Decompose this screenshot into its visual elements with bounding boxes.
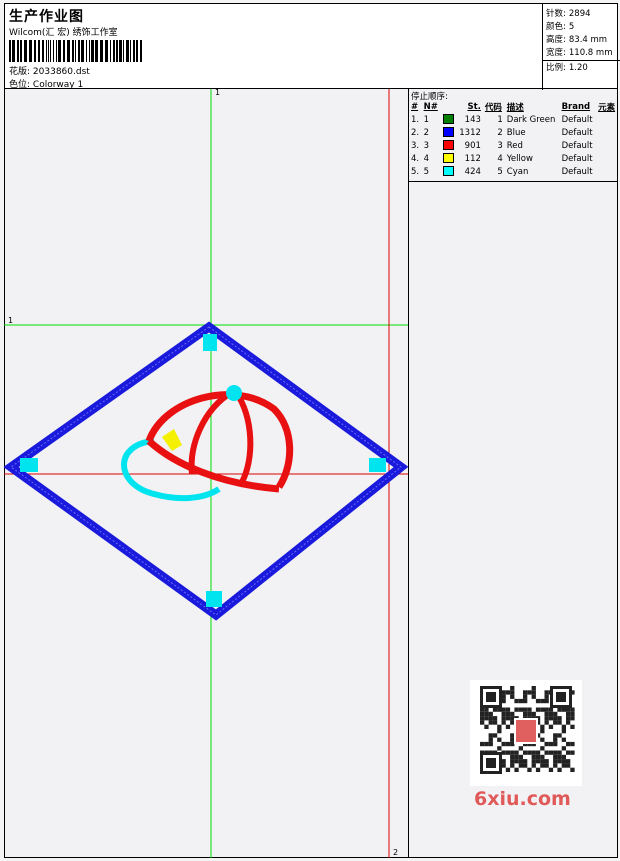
- cyan-corner-top: [203, 334, 217, 351]
- row-index: 3.: [411, 140, 420, 151]
- color-swatch: [442, 140, 454, 151]
- guide-marker-bottom: 2: [393, 848, 399, 857]
- design-stats: 针数: 2894 颜色: 5 高度: 83.4 mm 宽度: 110.8 mm 比例: 1…: [542, 4, 620, 90]
- row-needle: 2: [423, 127, 430, 138]
- row-description: Blue: [506, 127, 526, 138]
- row-element: [596, 113, 618, 126]
- col-code: 代码: [484, 103, 502, 113]
- row-swatch: [441, 139, 457, 152]
- qr-code: [470, 680, 582, 786]
- design-canvas: 1 1 2: [4, 89, 409, 858]
- color-table-header: # N# St. 代码 描述 Brand 元素: [409, 101, 618, 113]
- cyan-corner-bottom: [206, 591, 222, 607]
- color-swatch: [442, 114, 454, 125]
- row-element: [596, 165, 618, 178]
- row-stitches: 112: [464, 153, 481, 164]
- design-file-name: 2033860.dst: [32, 67, 90, 77]
- row-description: Cyan: [506, 166, 529, 177]
- cyan-corner-left: [20, 458, 38, 472]
- row-stitches: 424: [464, 166, 481, 177]
- color-row: 5. 5 424 5 Cyan Default: [409, 165, 618, 178]
- guide-marker-left: 1: [8, 316, 14, 325]
- row-brand: Default: [561, 127, 593, 138]
- col-needle: N#: [423, 102, 438, 112]
- embroidery-drawing: [4, 89, 408, 858]
- row-swatch: [441, 152, 457, 165]
- cyan-corner-right: [369, 458, 386, 472]
- row-element: [596, 152, 618, 165]
- color-swatch: [442, 153, 454, 164]
- col-element: 元素: [598, 103, 616, 113]
- row-needle: 3: [423, 140, 430, 151]
- row-code: 2: [497, 127, 503, 138]
- col-index: #: [411, 102, 419, 112]
- col-stitches: St.: [467, 102, 481, 112]
- barcode: [9, 40, 142, 62]
- row-stitches: 901: [464, 140, 481, 151]
- studio-name: Wilcom(汇 宏) 绣饰工作室: [9, 28, 118, 38]
- color-row: 3. 3 901 3 Red Default: [409, 139, 618, 152]
- row-description: Red: [506, 140, 523, 151]
- row-brand: Default: [561, 114, 593, 125]
- row-description: Dark Green: [506, 114, 556, 125]
- design-file: 花版: 2033860.dst: [9, 64, 90, 77]
- cap-button: [226, 385, 242, 401]
- row-stitches: 143: [464, 114, 481, 125]
- row-brand: Default: [561, 140, 593, 151]
- stat-scale: 比例: 1.20: [546, 63, 588, 73]
- row-code: 3: [497, 140, 503, 151]
- row-element: [596, 139, 618, 152]
- row-brand: Default: [561, 166, 593, 177]
- color-table: # N# St. 代码 描述 Brand 元素 1. 1 143 1 Dark Gree…: [409, 101, 618, 178]
- color-row: 1. 1 143 1 Dark Green Default: [409, 113, 618, 126]
- cap-panel-1: [188, 389, 234, 475]
- color-swatch: [442, 127, 454, 138]
- row-description: Yellow: [506, 153, 533, 164]
- row-needle: 4: [423, 153, 430, 164]
- stat-colors: 颜色: 5: [546, 22, 575, 32]
- color-row: 2. 2 1312 2 Blue Default: [409, 126, 618, 139]
- color-row: 4. 4 112 4 Yellow Default: [409, 152, 618, 165]
- stat-stitches: 针数: 2894: [546, 9, 591, 19]
- sheet-header: 生产作业图 Wilcom(汇 宏) 绣饰工作室 花版: 2033860.dst …: [4, 3, 620, 90]
- row-swatch: [441, 113, 457, 126]
- watermark-logo: 6xiu.com: [474, 788, 571, 810]
- row-stitches: 1312: [459, 127, 481, 138]
- row-index: 2.: [411, 127, 420, 138]
- stat-width: 宽度: 110.8 mm: [546, 48, 613, 58]
- guide-marker-top: 1: [215, 89, 221, 97]
- design-file-label: 花版:: [9, 67, 31, 77]
- row-index: 5.: [411, 166, 420, 177]
- row-brand: Default: [561, 153, 593, 164]
- row-swatch: [441, 126, 457, 139]
- row-needle: 1: [423, 114, 430, 125]
- row-code: 4: [497, 153, 503, 164]
- col-description: 描述: [506, 103, 524, 113]
- stat-height: 高度: 83.4 mm: [546, 35, 608, 45]
- row-element: [596, 126, 618, 139]
- row-swatch: [441, 165, 457, 178]
- row-index: 1.: [411, 114, 420, 125]
- row-code: 5: [497, 166, 503, 177]
- color-swatch: [442, 166, 454, 177]
- cap-bottom: [146, 438, 280, 493]
- row-code: 1: [497, 114, 503, 125]
- cap-panel-2: [233, 390, 254, 484]
- table-divider: [409, 181, 618, 182]
- row-needle: 5: [423, 166, 430, 177]
- sheet-title: 生产作业图: [9, 9, 84, 25]
- row-index: 4.: [411, 153, 420, 164]
- col-swatch: [441, 101, 457, 113]
- col-brand: Brand: [561, 102, 591, 112]
- cap-yellow-patch: [162, 429, 182, 451]
